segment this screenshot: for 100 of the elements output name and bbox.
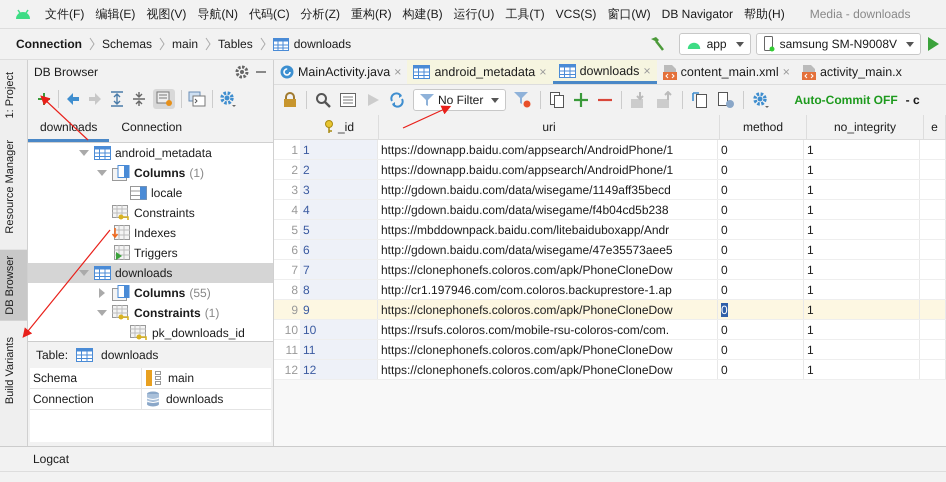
- table-cell: 0: [721, 342, 728, 356]
- editor-tab[interactable]: android_metadata ×: [407, 60, 553, 84]
- phone-icon: [762, 36, 775, 52]
- table-cell: 5: [303, 222, 310, 236]
- key-table-icon: [112, 205, 130, 221]
- column-header[interactable]: no_integrity: [807, 115, 924, 139]
- expand-icon[interactable]: [109, 91, 125, 107]
- import-icon[interactable]: [717, 91, 736, 109]
- editor-tab[interactable]: downloads ×: [552, 60, 657, 84]
- settings-icon[interactable]: [752, 91, 770, 109]
- row-number: 2: [290, 162, 299, 176]
- table-cell: 0: [721, 222, 728, 236]
- tree-item[interactable]: Columns: [134, 286, 186, 300]
- breadcrumb[interactable]: Schemas: [102, 37, 152, 51]
- table-icon: [94, 146, 111, 160]
- copy-icon[interactable]: [549, 91, 566, 109]
- expander-icon[interactable]: [78, 268, 90, 278]
- table-cell: http://cr1.197946.com/com.coloros.backuprestore-1.ap: [381, 282, 672, 296]
- android-icon: [14, 8, 32, 20]
- tree-item[interactable]: downloads: [115, 266, 172, 280]
- console-icon[interactable]: [188, 91, 206, 107]
- menu-item[interactable]: 工具(T): [505, 6, 545, 22]
- column-header[interactable]: uri: [379, 115, 720, 139]
- menu-item[interactable]: 帮助(H): [744, 6, 785, 22]
- menu-item[interactable]: 分析(Z): [300, 6, 340, 22]
- add-icon[interactable]: [573, 92, 590, 108]
- device-dropdown[interactable]: samsung SM-N9008V: [756, 33, 921, 55]
- status-text: - c: [906, 93, 920, 107]
- filter-dropdown[interactable]: No Filter: [413, 89, 506, 111]
- tree-item[interactable]: Columns: [134, 166, 186, 180]
- annotation-arrow: [402, 106, 452, 129]
- editor-tab[interactable]: activity_main.x: [796, 60, 908, 84]
- tree-item[interactable]: Constraints: [134, 306, 201, 320]
- menu-item[interactable]: 导航(N): [197, 6, 238, 22]
- menu-item[interactable]: 文件(F): [45, 6, 84, 22]
- menu-item[interactable]: 构建(B): [402, 6, 443, 22]
- menu-item[interactable]: 代码(C): [249, 6, 290, 22]
- menu-item[interactable]: 重构(R): [351, 6, 392, 22]
- tree-item[interactable]: locale: [151, 186, 182, 200]
- side-tab[interactable]: DB Browser: [0, 250, 27, 321]
- property-value: main: [168, 371, 194, 385]
- object-properties-icon[interactable]: [153, 89, 175, 109]
- collapse-icon[interactable]: [131, 91, 147, 107]
- panel-tab[interactable]: Connection: [109, 114, 194, 142]
- tree-item[interactable]: Indexes: [134, 226, 176, 240]
- row-number: 1: [290, 142, 299, 156]
- menu-item[interactable]: VCS(S): [556, 7, 596, 21]
- table-cell: 0: [721, 182, 728, 196]
- back-icon[interactable]: [65, 91, 81, 107]
- run-icon[interactable]: [926, 36, 940, 52]
- tree-item[interactable]: pk_downloads_id: [152, 326, 245, 340]
- lock-icon[interactable]: [282, 92, 298, 108]
- refresh-icon[interactable]: [389, 92, 405, 108]
- class-file-icon: [280, 65, 294, 79]
- record-view-icon[interactable]: [339, 92, 357, 108]
- breadcrumb[interactable]: Tables: [218, 37, 253, 51]
- expander-icon[interactable]: [78, 148, 90, 158]
- run-config-dropdown[interactable]: app: [678, 33, 751, 55]
- breadcrumb[interactable]: Connection: [16, 37, 82, 51]
- expander-icon[interactable]: [96, 168, 108, 178]
- row-number: 11: [284, 342, 299, 356]
- menu-item[interactable]: 视图(V): [146, 6, 186, 22]
- table-cell: 1: [807, 362, 814, 376]
- menu-item[interactable]: 运行(U): [454, 6, 494, 22]
- table-cell: https://mbddownpack.baidu.com/litebaiduboxapp/Andr: [381, 222, 670, 236]
- add-icon[interactable]: [36, 91, 52, 107]
- filter-clear-icon[interactable]: [514, 91, 532, 109]
- column-header[interactable]: e: [924, 115, 946, 139]
- details-label: Table:: [36, 348, 68, 362]
- side-tab[interactable]: 1: Project: [0, 66, 27, 124]
- table-cell: 0: [721, 302, 728, 316]
- rollback-icon[interactable]: [656, 91, 674, 109]
- tree-item[interactable]: android_metadata: [115, 146, 212, 160]
- table-cell: 1: [807, 182, 814, 196]
- table-cell: 1: [807, 322, 814, 336]
- editor-tab[interactable]: content_main.xml ×: [656, 60, 796, 84]
- side-tab[interactable]: Build Variants: [0, 330, 27, 410]
- side-tab[interactable]: Resource Manager: [0, 134, 27, 240]
- table-cell: 1: [807, 262, 814, 276]
- column-header[interactable]: _id: [300, 115, 379, 139]
- export-icon[interactable]: [691, 91, 710, 109]
- item-count: (1): [204, 306, 220, 320]
- menu-item[interactable]: 窗口(W): [607, 6, 651, 22]
- breadcrumb[interactable]: downloads: [294, 37, 352, 51]
- breadcrumb[interactable]: main: [172, 37, 198, 51]
- menu-item[interactable]: 编辑(E): [95, 6, 136, 22]
- editor-tab[interactable]: MainActivity.java ×: [274, 60, 408, 84]
- table-cell: 4: [303, 202, 310, 216]
- menu-item[interactable]: DB Navigator: [662, 7, 734, 21]
- search-icon[interactable]: [315, 92, 331, 108]
- panel-title: DB Browser: [34, 65, 98, 79]
- row-number: 10: [284, 322, 299, 336]
- table-cell: https://downapp.baidu.com/appsearch/AndroidPhone/1: [381, 162, 674, 176]
- tree-item[interactable]: Triggers: [134, 246, 178, 260]
- settings-icon[interactable]: [219, 90, 237, 108]
- expander-icon[interactable]: [96, 308, 108, 318]
- tree-item[interactable]: Constraints: [134, 206, 195, 220]
- logcat-tab[interactable]: Logcat: [27, 452, 70, 466]
- settings-icon[interactable]: [235, 65, 249, 79]
- column-header[interactable]: method: [720, 115, 807, 139]
